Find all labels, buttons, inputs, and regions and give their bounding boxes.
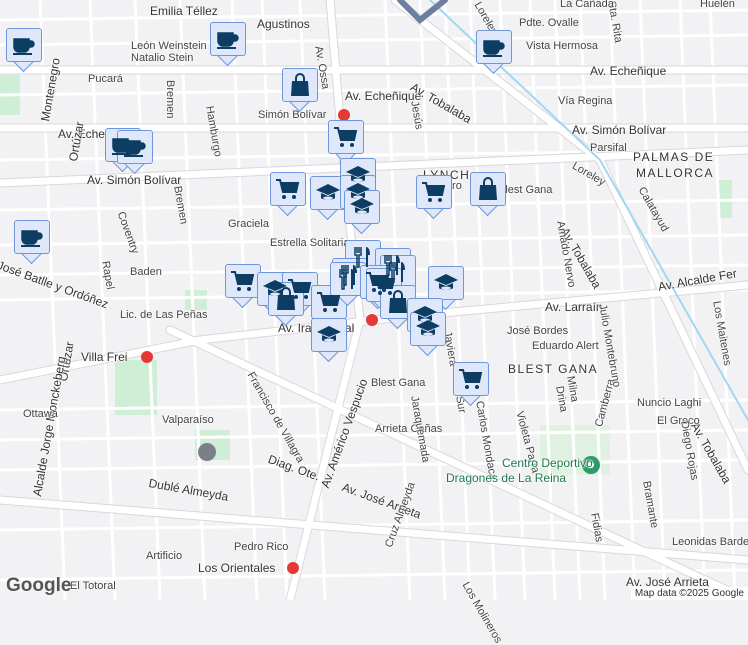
street-label: Graciela	[228, 218, 269, 230]
marker-coffee[interactable]	[210, 22, 246, 67]
street-label: La Cañada	[560, 0, 614, 10]
graduation-cap-icon	[316, 184, 340, 200]
cart-icon	[276, 179, 300, 199]
graduation-cap-icon	[416, 320, 440, 336]
street-label: Pdte. Ovalle	[519, 17, 579, 29]
marker-cart[interactable]	[270, 172, 306, 217]
area-blest-gana: BLEST GANA	[508, 362, 599, 376]
graduation-cap-icon	[434, 274, 458, 290]
marker-shopping-bag[interactable]	[282, 68, 318, 113]
shopping-bag-icon	[291, 73, 309, 96]
street-label: Villa Frei	[81, 350, 128, 364]
marker-coffee[interactable]	[6, 28, 42, 73]
coffee-icon	[483, 40, 505, 57]
marker-graduation-cap[interactable]	[410, 312, 446, 357]
marker-cart[interactable]	[328, 120, 364, 165]
poi-label-1[interactable]: Centro Deportivo	[502, 456, 593, 470]
marker-coffee[interactable]	[476, 30, 512, 75]
coffee-icon	[124, 140, 146, 157]
street-label: Valparaíso	[162, 414, 214, 426]
street-label: Natalio Stein	[131, 52, 194, 64]
street-label: José Bordes	[507, 325, 569, 337]
cart-icon	[334, 127, 358, 147]
street-label: Artificio	[146, 550, 183, 562]
marker-cart[interactable]	[416, 175, 452, 220]
shopping-bag-icon	[479, 177, 497, 200]
street-label: Av. Larraín	[545, 300, 603, 314]
shopping-bag-icon	[277, 287, 295, 310]
street-label: Eduardo Alert	[532, 340, 599, 352]
coffee-icon	[217, 32, 239, 49]
street-label: Parsifal	[590, 142, 627, 154]
restaurant-icon	[339, 269, 355, 290]
street-label: Emilia Téllez	[150, 4, 218, 18]
marker-coffee[interactable]	[14, 220, 50, 265]
area-palmas-1: PALMAS DE	[633, 150, 715, 164]
shopping-bag-icon	[389, 290, 407, 313]
street-label: Los Orientales	[198, 561, 276, 575]
coffee-icon	[21, 230, 43, 247]
street-label: Bremen	[164, 80, 176, 119]
street-label: León Weinstein	[131, 40, 207, 52]
cart-icon	[231, 271, 255, 291]
street-label: Blest Gana	[371, 377, 426, 389]
street-label: Blest Gana	[498, 184, 553, 196]
street-label: Vista Hermosa	[526, 40, 598, 52]
street-label: Av. Simón Bolívar	[572, 123, 667, 137]
street-label: Simón Bolívar	[258, 109, 327, 121]
cart-icon	[422, 182, 446, 202]
street-label: Pedro Rico	[234, 541, 289, 553]
street-label: Huelén	[700, 0, 735, 10]
street-label: Estrella Solitaria	[270, 237, 350, 249]
graduation-cap-icon	[350, 198, 374, 214]
marker-graduation-cap[interactable]	[344, 190, 380, 235]
poi-school[interactable]	[198, 443, 216, 461]
street-label: Av. Simón Bolívar	[87, 173, 182, 187]
cart-icon	[317, 292, 341, 312]
marker-shopping-bag[interactable]	[470, 172, 506, 217]
marker-cart[interactable]	[225, 264, 261, 309]
street-label: Arrieta Cañas	[375, 423, 443, 435]
street-label: Lic. de Las Peñas	[120, 309, 208, 321]
street-label: Pucará	[88, 73, 123, 85]
street-label: Agustinos	[257, 17, 310, 31]
street-label: Baden	[130, 266, 162, 278]
marker-cart[interactable]	[453, 362, 489, 407]
marker-graduation-cap[interactable]	[311, 318, 347, 363]
poi-label-2[interactable]: Dragones de La Reina	[446, 471, 566, 485]
area-palmas-2: MALLORCA	[636, 166, 715, 180]
street-label: Ottawa	[23, 408, 58, 420]
street-label: El Totoral	[70, 580, 116, 592]
graduation-cap-icon	[317, 326, 341, 342]
marker-coffee[interactable]	[117, 130, 153, 175]
cart-icon	[459, 369, 483, 389]
coffee-icon	[13, 38, 35, 55]
street-label: Leonidas Bardesa	[672, 536, 748, 548]
street-label: Nuncio Laghi	[637, 397, 702, 409]
google-logo: Google	[6, 575, 72, 596]
marker-shopping-bag[interactable]	[268, 282, 304, 327]
map-attribution: Map data ©2025 Google	[630, 587, 748, 600]
street-label: Av. Echeñique	[590, 64, 667, 78]
street-label: Vía Regina	[558, 95, 613, 107]
